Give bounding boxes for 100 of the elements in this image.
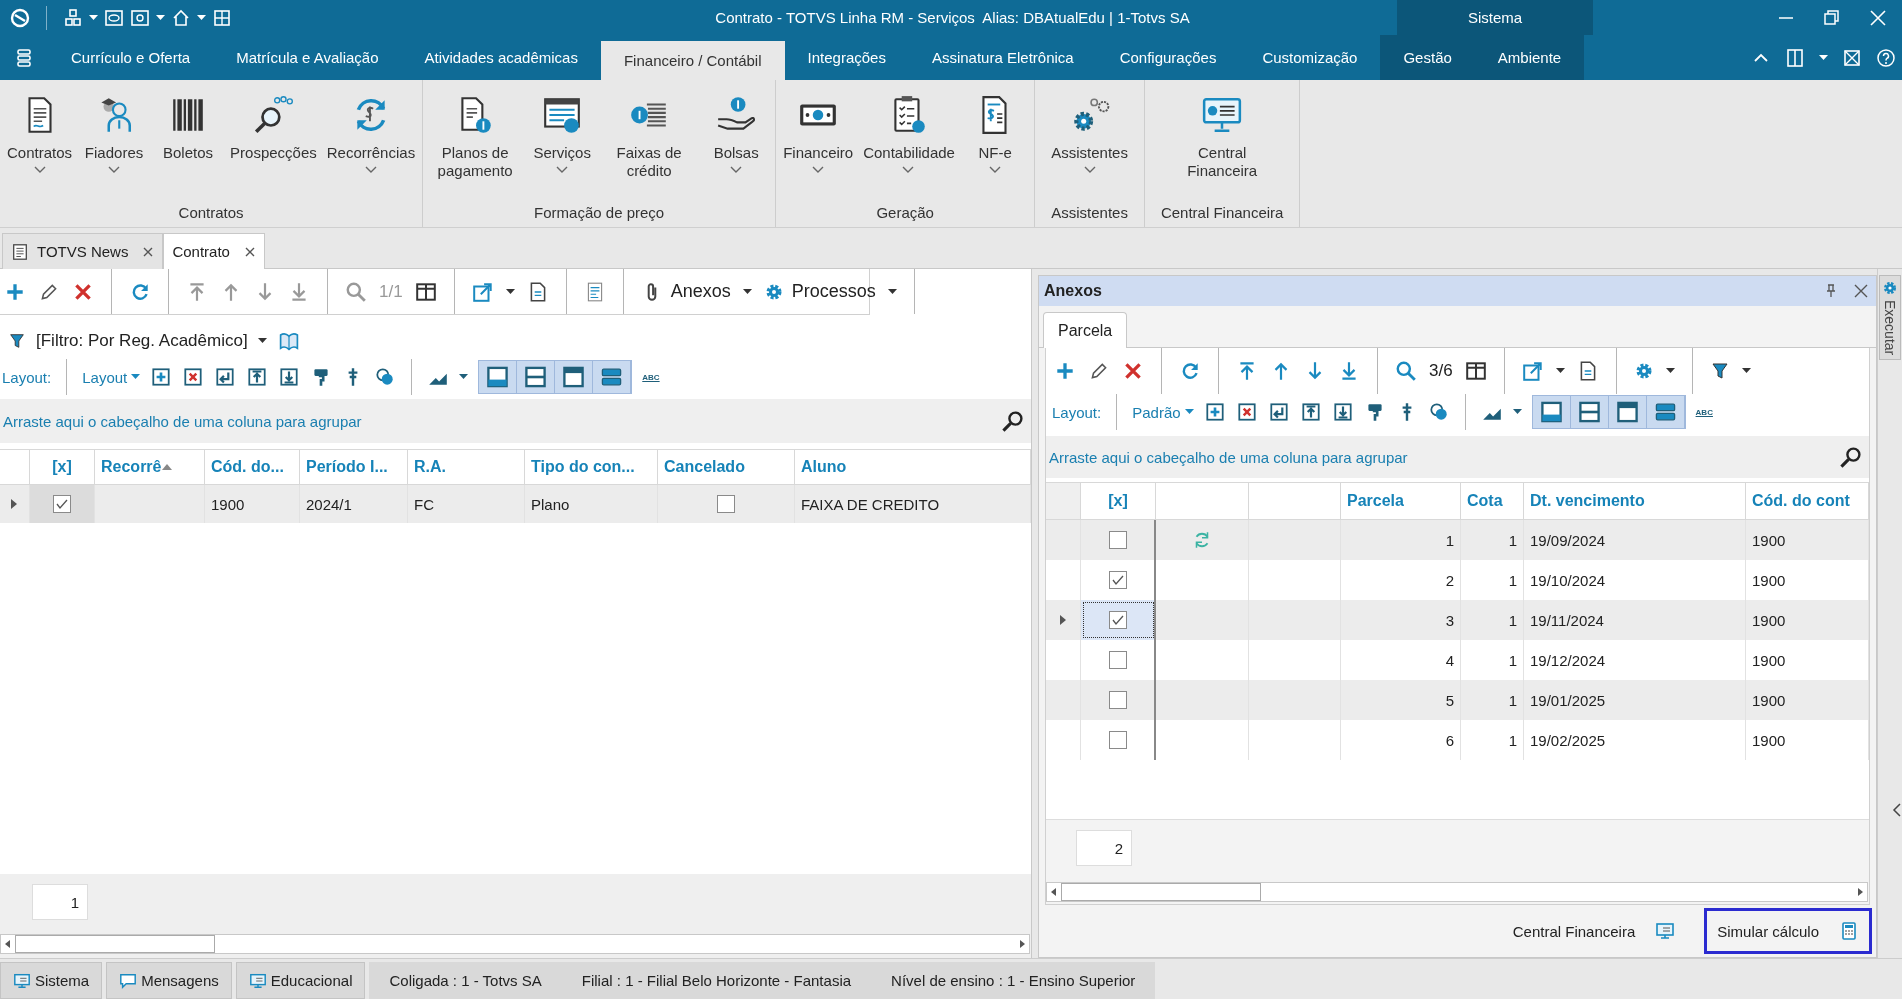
ribbon-button[interactable]: Boletos — [153, 90, 224, 197]
table-row[interactable]: 1900 2024/1 FC Plano FAIXA DE CREDITO — [0, 485, 1031, 523]
ribbon-tab[interactable]: Assinatura Eletrônica — [908, 35, 1097, 80]
column-header[interactable]: Aluno — [795, 450, 1031, 484]
ribbon-button[interactable]: Contratos — [4, 90, 76, 197]
columns-icon[interactable] — [414, 280, 437, 303]
caret-icon[interactable] — [1819, 54, 1828, 61]
ribbon-tab[interactable]: Customização — [1239, 35, 1381, 80]
checkbox[interactable] — [1108, 691, 1127, 709]
ribbon-button[interactable]: NF-e — [960, 90, 1031, 197]
checkbox[interactable] — [717, 495, 735, 513]
filter-icon[interactable] — [1709, 361, 1730, 381]
up-box-icon[interactable] — [1299, 401, 1322, 423]
add-icon[interactable] — [1054, 360, 1076, 382]
export-icon[interactable] — [471, 280, 494, 303]
export-icon[interactable] — [1521, 360, 1544, 382]
ribbon-tab[interactable]: Ambiente — [1474, 35, 1585, 80]
x-box-icon[interactable] — [1235, 401, 1258, 423]
checkbox[interactable] — [1108, 731, 1127, 749]
down-box-icon[interactable] — [278, 366, 301, 388]
horizontal-scrollbar[interactable] — [0, 934, 1030, 954]
caret-icon[interactable] — [89, 14, 98, 21]
ribbon-button[interactable]: Financeiro — [780, 90, 857, 197]
caret-icon[interactable] — [742, 288, 752, 295]
ribbon-button[interactable]: Serviços — [527, 90, 598, 197]
ribbon-tab[interactable]: Financeiro / Contábil — [600, 41, 785, 80]
column-header[interactable]: Cota — [1461, 483, 1524, 519]
column-header[interactable]: Recorrê — [95, 450, 205, 484]
caret-icon[interactable] — [505, 288, 515, 295]
search-icon[interactable] — [1839, 445, 1863, 469]
table-row[interactable]: 5 1 19/01/2025 1900 — [1046, 680, 1869, 720]
ribbon-button[interactable]: Bolsas — [701, 90, 772, 197]
processes-menu[interactable]: Processos — [763, 281, 876, 302]
ribbon-button[interactable]: Faixas de crédito — [601, 90, 698, 197]
column-header[interactable]: Cód. do cont — [1746, 483, 1869, 519]
spellcheck-label[interactable]: ABC — [642, 372, 660, 382]
circles-icon[interactable] — [1427, 401, 1450, 423]
caret-icon[interactable] — [197, 14, 206, 21]
logo-icon[interactable] — [10, 7, 30, 28]
layout-dropdown[interactable]: Padrão — [1132, 403, 1194, 421]
caret-icon[interactable] — [1665, 368, 1675, 374]
close-icon[interactable] — [243, 245, 256, 258]
delete-icon[interactable] — [1122, 360, 1144, 382]
status-tab[interactable]: Educacional — [235, 962, 366, 999]
table-row[interactable]: 1 1 19/09/2024 1900 — [1046, 520, 1869, 560]
close-icon[interactable] — [1854, 284, 1868, 298]
ribbon-tab[interactable]: Configurações — [1096, 35, 1240, 80]
attachments-menu[interactable]: Anexos — [640, 280, 731, 303]
plus-box-icon[interactable] — [150, 366, 173, 388]
search-icon[interactable] — [1001, 409, 1025, 433]
horizontal-scrollbar[interactable] — [1046, 882, 1868, 902]
columns-icon[interactable] — [1464, 360, 1487, 382]
close-box-icon[interactable] — [1842, 47, 1862, 68]
filter-icon[interactable] — [8, 332, 26, 350]
column-header[interactable]: Parcela — [1341, 483, 1461, 519]
eye-icon[interactable] — [104, 7, 124, 28]
caret-icon[interactable] — [1741, 368, 1751, 374]
status-tab[interactable]: Mensagens — [106, 962, 232, 999]
enter-box-icon[interactable] — [1267, 401, 1290, 423]
column-header[interactable]: Dt. vencimento — [1524, 483, 1746, 519]
ribbon-tab[interactable]: Integrações — [784, 35, 909, 80]
checkbox[interactable] — [1108, 611, 1127, 629]
window-refresh-icon[interactable] — [130, 7, 150, 28]
down-box-icon[interactable] — [1331, 401, 1354, 423]
checkbox[interactable] — [1108, 531, 1127, 549]
caret-icon[interactable] — [257, 338, 267, 344]
column-header[interactable]: Período I... — [300, 450, 408, 484]
checkbox[interactable] — [1108, 571, 1127, 589]
close-icon[interactable] — [1868, 7, 1888, 28]
ribbon-button[interactable]: Central Financeira — [1174, 90, 1271, 197]
checkbox[interactable] — [53, 495, 71, 513]
checkbox[interactable] — [1108, 651, 1127, 669]
action-button[interactable]: Simular cálculo — [1704, 908, 1872, 954]
ribbon-tab[interactable]: Matrícula e Avaliação — [213, 35, 402, 80]
grid-icon[interactable] — [212, 7, 232, 28]
up-box-icon[interactable] — [246, 366, 269, 388]
document-tab[interactable]: TOTVS News — [2, 233, 164, 269]
x-box-icon[interactable] — [182, 366, 205, 388]
column-header[interactable]: Tipo do con... — [525, 450, 658, 484]
home-icon[interactable] — [171, 7, 191, 28]
status-tab[interactable]: Sistema — [0, 962, 103, 999]
caret-icon[interactable] — [459, 374, 469, 380]
layout-icon[interactable] — [1785, 47, 1805, 68]
ribbon-button[interactable]: Assistentes — [1048, 90, 1131, 197]
document-tab[interactable]: Contrato — [163, 233, 265, 269]
ribbon-tab[interactable]: Atividades acadêmicas — [401, 35, 601, 80]
plus-box-icon[interactable] — [1203, 401, 1226, 423]
blocks-icon[interactable] — [63, 7, 83, 28]
stack-icon[interactable] — [14, 47, 34, 68]
close-icon[interactable] — [142, 245, 155, 258]
column-header[interactable]: Cód. do... — [205, 450, 300, 484]
help-icon[interactable] — [1876, 47, 1896, 68]
chevron-icon[interactable] — [1892, 802, 1902, 818]
spellcheck-label[interactable]: ABC — [1695, 407, 1713, 417]
column-header[interactable]: [x] — [1081, 483, 1156, 519]
caret-icon[interactable] — [887, 288, 897, 295]
column-header[interactable]: Cancelado — [658, 450, 795, 484]
action-button[interactable]: Central Financeira — [1499, 908, 1689, 954]
pin-icon[interactable] — [1824, 284, 1838, 298]
caret-icon[interactable] — [1555, 368, 1565, 374]
